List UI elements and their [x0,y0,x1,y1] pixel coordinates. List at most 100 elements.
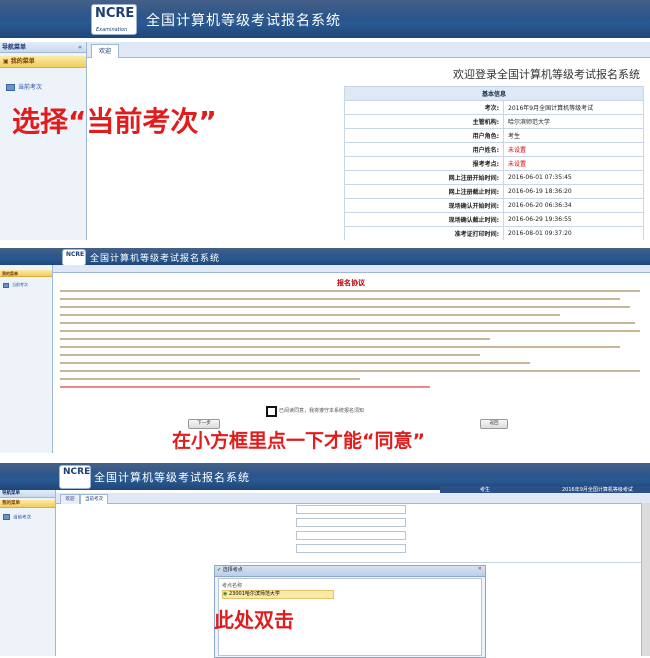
row-value: 考生 [503,128,644,143]
sidebar-item-current-exam[interactable]: 当前考次 [6,82,42,91]
my-menu-header[interactable]: 我的菜单 [0,270,52,277]
dialog-title: 选择考点 [222,567,243,573]
agreement-text-line [60,354,480,356]
row-value: 未设置 [503,142,644,157]
form-field[interactable] [296,518,406,527]
list-column-header: 考点名称 [222,583,243,589]
tab-welcome[interactable]: 欢迎 [91,44,119,58]
nav-menu-header: 导航菜单 [0,490,55,498]
nav-menu-title: 导航菜单 [2,44,27,51]
check-icon: ✔ [217,567,222,573]
agreement-text-line [60,298,620,300]
table-row: 网上注册开始时间: 2016-06-01 07:35:45 [344,170,644,185]
sidebar-item-current-exam[interactable]: 当前考次 [3,514,31,521]
sidebar: 我的菜单 当前考次 [0,265,53,453]
row-label: 考次: [344,100,504,115]
nav-menu-header: 导航菜单 « [0,42,86,53]
tab-current-exam[interactable]: 当前考次 [80,494,108,504]
annotation-select-current-exam: 选择“当前考次” [12,105,217,138]
row-label: 网上注册截止时间: [344,184,504,199]
agreement-text-line [60,338,490,340]
row-value: 哈尔滨师范大学 [503,114,644,129]
agreement-text-line [60,306,630,308]
welcome-message: 欢迎登录全国计算机等级考试报名系统 [453,68,640,81]
scrollbar[interactable] [641,503,650,656]
screenshot-panel-current-exam: NCRE Examination 全国计算机等级考试报名系统 导航菜单 « ▣ … [0,0,650,240]
row-value: 2016年9月全国计算机等级考试 [503,100,644,115]
sidebar: 导航菜单 我的菜单 当前考次 [0,490,56,656]
row-label: 准考证打印时间: [344,226,504,240]
close-icon[interactable]: ✕ [478,566,482,572]
dialog-header: ✔ 选择考点 ✕ [215,566,485,577]
ncre-logo: NCRE [59,465,91,489]
row-value: 未设置 [503,156,644,171]
form-field[interactable] [296,531,406,540]
row-label: 主管机构: [344,114,504,129]
logo-mark: NCRE [66,251,85,258]
form-field[interactable] [296,505,406,514]
agreement-text-line [60,330,640,332]
divider [230,562,650,563]
row-value: 2016-06-29 19:36:55 [503,212,644,227]
row-label: 现场确认截止时间: [344,212,504,227]
annotation-double-click: 此处双击 [214,608,294,632]
table-row: 现场确认截止时间: 2016-06-29 19:36:55 [344,212,644,227]
table-row: 用户姓名: 未设置 [344,142,644,157]
agreement-warning-line [60,386,430,388]
row-value: 2016-06-20 06:36:34 [503,198,644,213]
my-menu-label: 我的菜单 [10,58,35,65]
sidebar: 导航菜单 « ▣ 我的菜单 当前考次 [0,42,87,240]
basic-info-table: 基本信息 考次: 2016年9月全国计算机等级考试 主管机构: 哈尔滨师范大学 用户… [344,86,644,240]
user-info-bar: 考生 2016年9月全国计算机等级考试 [440,486,650,493]
table-row: 主管机构: 哈尔滨师范大学 [344,114,644,129]
agreement-text-line [60,290,640,292]
screenshot-panel-agreement: NCRE 全国计算机等级考试报名系统 我的菜单 当前考次 报名协议 已阅读同意，… [0,248,650,453]
app-header: NCRE 全国计算机等级考试报名系统 [0,248,650,266]
row-value: 2016-06-01 07:35:45 [503,170,644,185]
table-row: 考次: 2016年9月全国计算机等级考试 [344,100,644,115]
agreement-text-line [60,322,635,324]
back-button[interactable]: 返回 [480,419,508,429]
logo-mark: NCRE [95,6,135,21]
system-title: 全国计算机等级考试报名系统 [90,254,221,264]
table-row: 用户角色: 考生 [344,128,644,143]
sidebar-item-label: 当前考次 [12,282,28,287]
tab-bar: 欢迎 [87,42,650,58]
row-label: 用户姓名: [344,142,504,157]
agreement-text-line [60,314,560,316]
list-item-site[interactable]: ◉ 23001哈尔滨师范大学 [222,590,334,599]
row-label: 网上注册开始时间: [344,170,504,185]
row-value: 2016-06-19 18:36:20 [503,184,644,199]
document-icon [3,514,10,520]
row-value: 2016-08-01 09:37:20 [503,226,644,240]
ncre-logo: NCRE Examination [91,4,137,35]
list-item-label: 23001哈尔滨师范大学 [228,591,280,597]
sidebar-item-label: 当前考次 [13,515,31,521]
row-label: 现场确认开始时间: [344,198,504,213]
table-row: 现场确认开始时间: 2016-06-20 06:36:34 [344,198,644,213]
logo-subtitle: Examination [96,27,128,33]
sidebar-item-label: 当前考次 [18,84,43,91]
info-table-title: 基本信息 [344,86,644,101]
tab-bar: 欢迎 当前考次 [56,493,650,504]
agreement-text-line [60,346,620,348]
my-menu-header[interactable]: ▣ 我的菜单 [0,56,86,68]
ncre-logo: NCRE [62,249,86,266]
tab-welcome[interactable]: 欢迎 [60,494,80,504]
agreement-text-line [60,378,360,380]
system-title: 全国计算机等级考试报名系统 [94,471,250,484]
agree-checkbox[interactable] [266,406,277,417]
table-row: 准考证打印时间: 2016-08-01 09:37:20 [344,226,644,240]
my-menu-header[interactable]: 我的菜单 [0,500,55,508]
collapse-icon[interactable]: « [78,42,82,53]
table-row: 报考考点: 未设置 [344,156,644,171]
form-field[interactable] [296,544,406,553]
logo-mark: NCRE [63,467,91,477]
system-title: 全国计算机等级考试报名系统 [146,13,341,29]
sidebar-item-current-exam[interactable]: 当前考次 [3,282,28,288]
agreement-content: 报名协议 [54,276,648,426]
agreement-text-line [60,370,640,372]
table-row: 网上注册截止时间: 2016-06-19 18:36:20 [344,184,644,199]
radio-icon: ◉ [223,591,228,597]
row-label: 报考考点: [344,156,504,171]
